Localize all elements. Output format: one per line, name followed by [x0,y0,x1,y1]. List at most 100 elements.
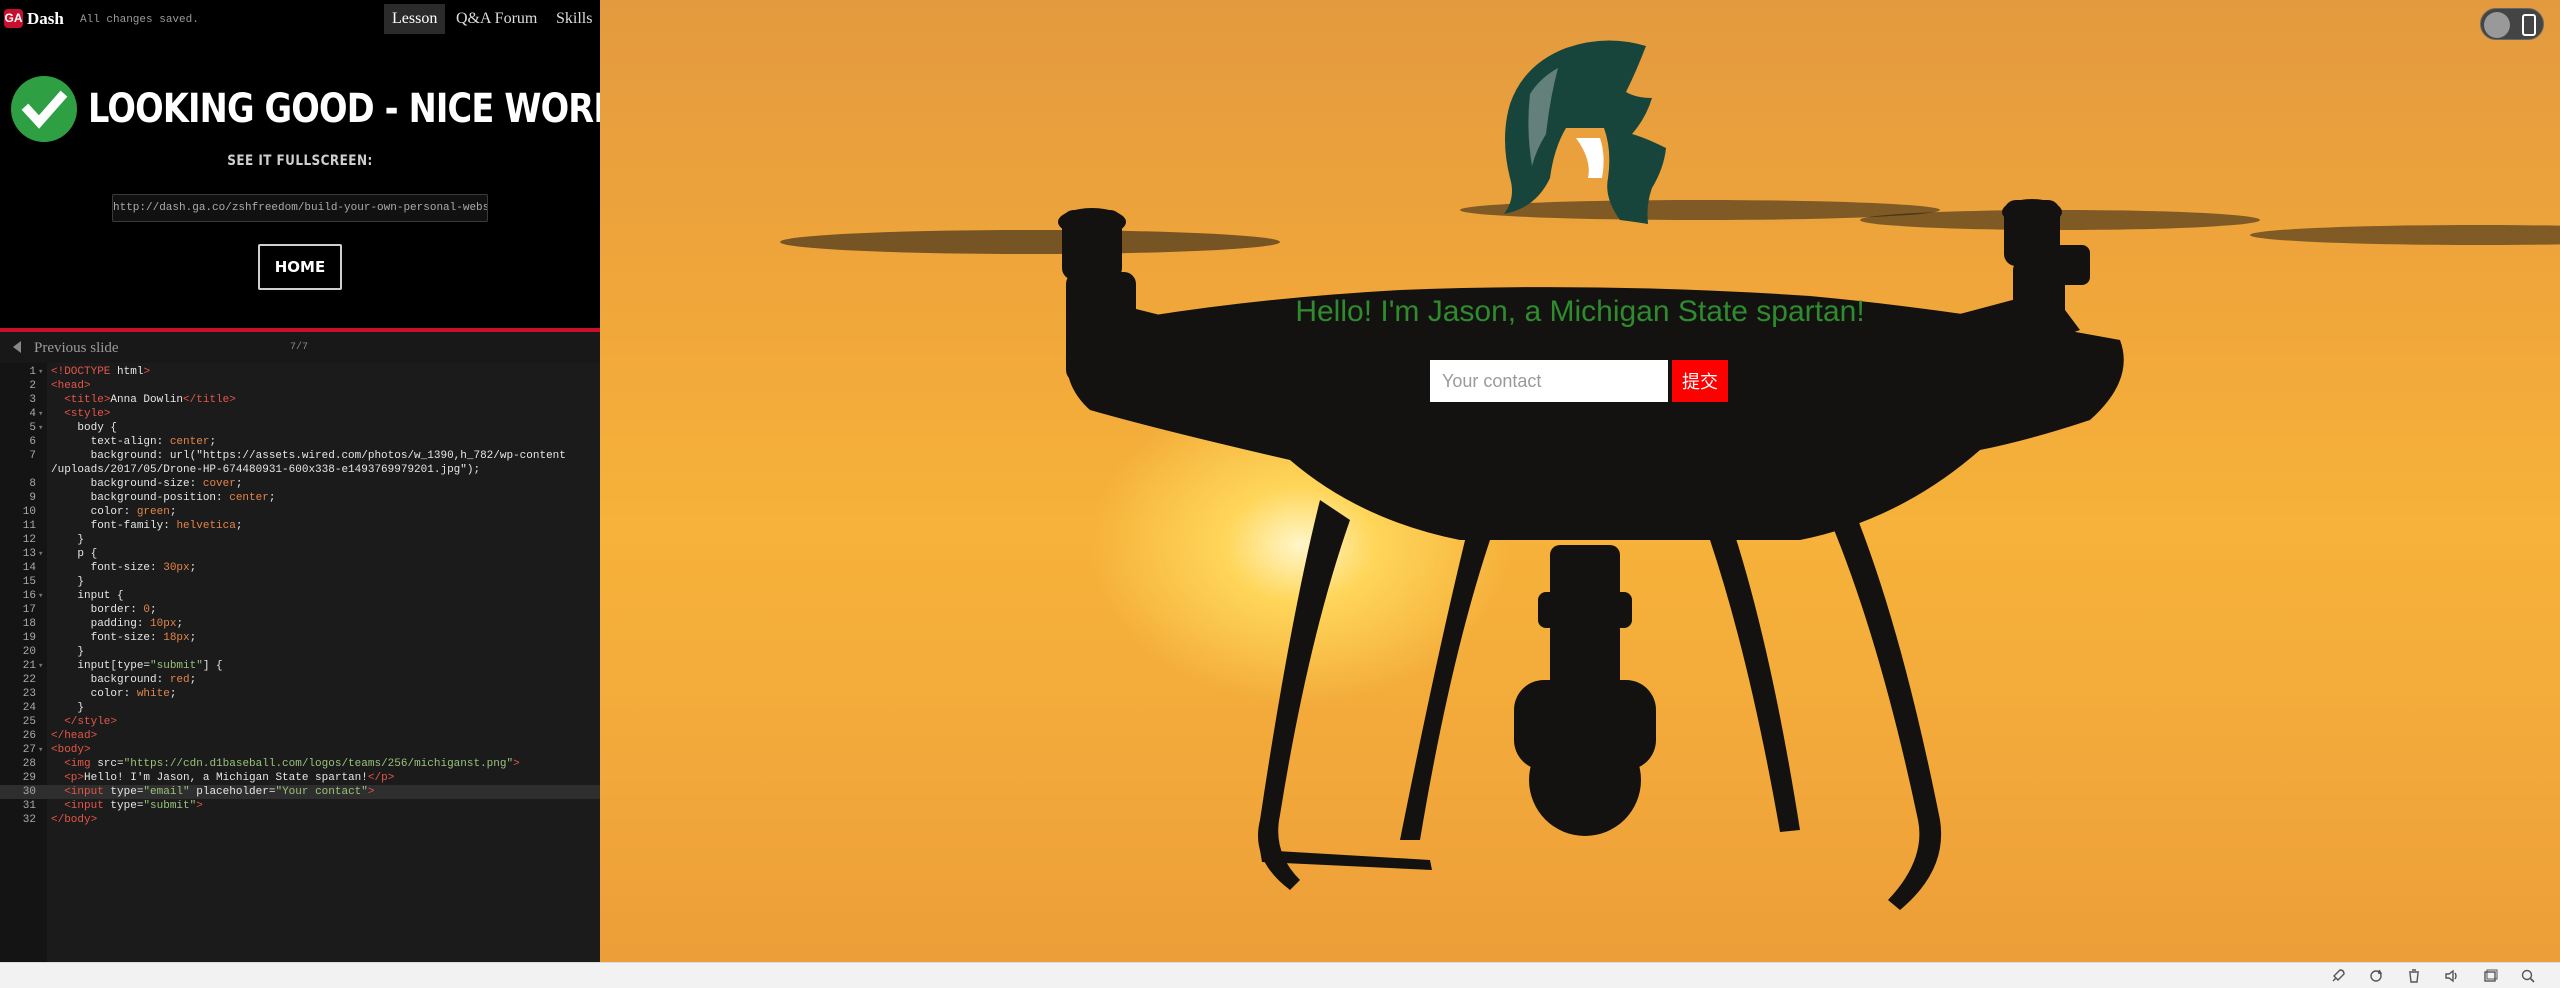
code-text[interactable]: <!DOCTYPE html> [51,365,150,379]
contact-input[interactable] [1430,360,1668,402]
code-line[interactable]: 28 <img src="https://cdn.d1baseball.com/… [0,757,600,771]
code-text[interactable]: font-size: 30px; [51,561,197,575]
code-line[interactable]: 29 <p>Hello! I'm Jason, a Michigan State… [0,771,600,785]
code-text[interactable]: <p>Hello! I'm Jason, a Michigan State sp… [51,771,394,785]
line-number: 1 [29,366,36,378]
sync-icon[interactable] [2368,968,2384,984]
tab-lesson[interactable]: Lesson [384,4,446,34]
home-button[interactable]: HOME [258,244,342,290]
code-line[interactable]: 2 <head> [0,379,600,393]
code-text[interactable]: } [51,701,84,715]
code-line[interactable]: 9 background-position: center; [0,491,600,505]
code-text[interactable]: <title>Anna Dowlin</title> [51,393,236,407]
code-text[interactable]: } [51,645,84,659]
code-text[interactable]: background: url("https://assets.wired.co… [51,449,566,463]
code-line[interactable]: 7 background: url("https://assets.wired.… [0,449,600,463]
code-editor[interactable]: 1 ▾ <!DOCTYPE html> 2 <head> 3 <title>Anna Do… [0,363,600,962]
code-line[interactable]: 22 background: red; [0,673,600,687]
code-text[interactable]: padding: 10px; [51,617,183,631]
code-text[interactable]: <img src="https://cdn.d1baseball.com/log… [51,757,520,771]
code-text[interactable]: background: red; [51,673,197,687]
code-text[interactable]: color: white; [51,687,177,701]
code-text[interactable]: <input type="submit"> [51,799,203,813]
rocket-icon[interactable] [2330,968,2346,984]
fold-arrow-icon[interactable]: ▾ [38,365,43,379]
fold-arrow-icon[interactable]: ▾ [38,589,43,603]
phone-icon[interactable] [2522,14,2536,36]
code-line[interactable]: 13 ▾ p { [0,547,600,561]
app-name[interactable]: Dash [27,8,64,30]
code-line[interactable]: 17 border: 0; [0,603,600,617]
code-text[interactable]: input { [51,589,123,603]
line-number: 18 [22,618,36,630]
fold-arrow-icon[interactable]: ▾ [38,659,43,673]
code-line[interactable]: 24 } [0,701,600,715]
code-line[interactable]: 4 ▾ <style> [0,407,600,421]
code-line[interactable]: 19 font-size: 18px; [0,631,600,645]
code-text[interactable]: color: green; [51,505,177,519]
code-text[interactable]: background-position: center; [51,491,276,505]
search-icon[interactable] [2520,968,2536,984]
code-line[interactable]: 10 color: green; [0,505,600,519]
tab-skills[interactable]: Skills [548,4,600,34]
ga-logo[interactable]: GA [4,9,23,28]
code-line[interactable]: 26 </head> [0,729,600,743]
submit-button[interactable]: 提交 [1672,360,1728,402]
code-text[interactable]: } [51,575,84,589]
arrow-left-icon[interactable] [13,341,21,353]
fold-arrow-icon[interactable]: ▾ [38,407,43,421]
code-text[interactable]: /uploads/2017/05/Drone-HP-674480931-600x… [51,463,480,477]
code-line[interactable]: 30 <input type="email" placeholder="Your… [0,785,600,799]
previous-slide-link[interactable]: Previous slide [34,339,119,357]
device-toggle[interactable] [2480,8,2544,40]
code-line[interactable]: 14 font-size: 30px; [0,561,600,575]
code-text[interactable]: p { [51,547,97,561]
code-line[interactable]: 32 </body> [0,813,600,827]
code-line[interactable]: 23 color: white; [0,687,600,701]
code-text[interactable]: </head> [51,729,97,743]
code-line[interactable]: 5 ▾ body { [0,421,600,435]
code-line[interactable]: 1 ▾ <!DOCTYPE html> [0,365,600,379]
code-line[interactable]: 18 padding: 10px; [0,617,600,631]
code-text[interactable]: <body> [51,743,91,757]
code-line[interactable]: /uploads/2017/05/Drone-HP-674480931-600x… [0,463,600,477]
code-text[interactable]: background-size: cover; [51,477,243,491]
code-text[interactable]: font-size: 18px; [51,631,197,645]
code-text[interactable]: </style> [51,715,117,729]
share-url-field[interactable]: http://dash.ga.co/zshfreedom/build-your-… [112,194,488,222]
volume-icon[interactable] [2444,968,2460,984]
fold-arrow-icon[interactable]: ▾ [38,743,43,757]
code-line[interactable]: 21 ▾ input[type="submit"] { [0,659,600,673]
code-text[interactable]: } [51,533,84,547]
window-icon[interactable] [2482,968,2498,984]
code-line[interactable]: 3 <title>Anna Dowlin</title> [0,393,600,407]
code-text[interactable]: <head> [51,379,91,393]
code-line[interactable]: 20 } [0,645,600,659]
code-text[interactable]: text-align: center; [51,435,216,449]
code-text[interactable]: <input type="email" placeholder="Your co… [51,785,374,799]
code-text[interactable]: <style> [51,407,110,421]
code-line[interactable]: 8 background-size: cover; [0,477,600,491]
code-text[interactable]: border: 0; [51,603,157,617]
code-line[interactable]: 31 <input type="submit"> [0,799,600,813]
code-text[interactable]: body { [51,421,117,435]
toggle-knob[interactable] [2484,12,2510,38]
code-line[interactable]: 25 </style> [0,715,600,729]
fold-arrow-icon[interactable]: ▾ [38,421,43,435]
success-headline: LOOKING GOOD - NICE WORK! [88,86,600,132]
fold-arrow-icon[interactable]: ▾ [38,547,43,561]
line-number: 6 [29,436,36,448]
code-line[interactable]: 12 } [0,533,600,547]
check-icon [11,76,77,142]
code-line[interactable]: 16 ▾ input { [0,589,600,603]
code-line[interactable]: 6 text-align: center; [0,435,600,449]
code-line[interactable]: 11 font-family: helvetica; [0,519,600,533]
code-text[interactable]: font-family: helvetica; [51,519,243,533]
trash-icon[interactable] [2406,968,2422,984]
code-line[interactable]: 27 ▾ <body> [0,743,600,757]
tab-qa-forum[interactable]: Q&A Forum [448,4,545,34]
code-line[interactable]: 15 } [0,575,600,589]
code-text[interactable]: </body> [51,813,97,827]
code-text[interactable]: input[type="submit"] { [51,659,222,673]
line-number: 12 [22,534,36,546]
